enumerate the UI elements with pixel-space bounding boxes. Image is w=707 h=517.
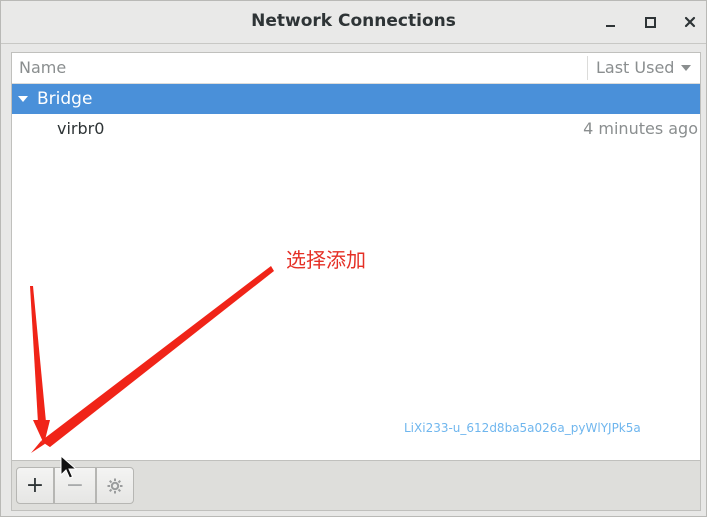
minimize-button[interactable] — [599, 11, 621, 33]
column-header-name[interactable]: Name — [19, 58, 66, 77]
connection-settings-button[interactable] — [96, 467, 134, 504]
column-header-last-used[interactable]: Last Used — [596, 58, 674, 77]
close-icon — [684, 16, 696, 28]
list-header: Name Last Used — [12, 53, 700, 84]
close-button[interactable] — [679, 11, 701, 33]
minimize-icon — [605, 25, 615, 27]
group-label: Bridge — [37, 89, 93, 109]
connection-last-used: 4 minutes ago — [583, 119, 698, 138]
annotation-label: 选择添加 — [286, 248, 366, 272]
connection-row-virbr0[interactable]: virbr0 4 minutes ago — [12, 114, 700, 144]
connection-name: virbr0 — [57, 119, 105, 138]
add-connection-button[interactable]: + — [16, 467, 54, 504]
mouse-pointer-icon — [60, 455, 78, 479]
sort-descending-icon[interactable] — [681, 65, 691, 71]
expander-arrow-icon[interactable] — [18, 96, 28, 102]
column-separator — [587, 56, 588, 80]
gear-icon — [107, 478, 123, 493]
maximize-button[interactable] — [639, 11, 661, 33]
list-toolbar: + − — [11, 461, 701, 511]
group-row-bridge[interactable]: Bridge — [12, 84, 700, 114]
titlebar[interactable]: Network Connections — [1, 1, 706, 44]
maximize-icon — [644, 16, 656, 28]
watermark-text: LiXi233-u_612d8ba5a026a_pyWlYJPk5a — [404, 421, 641, 435]
